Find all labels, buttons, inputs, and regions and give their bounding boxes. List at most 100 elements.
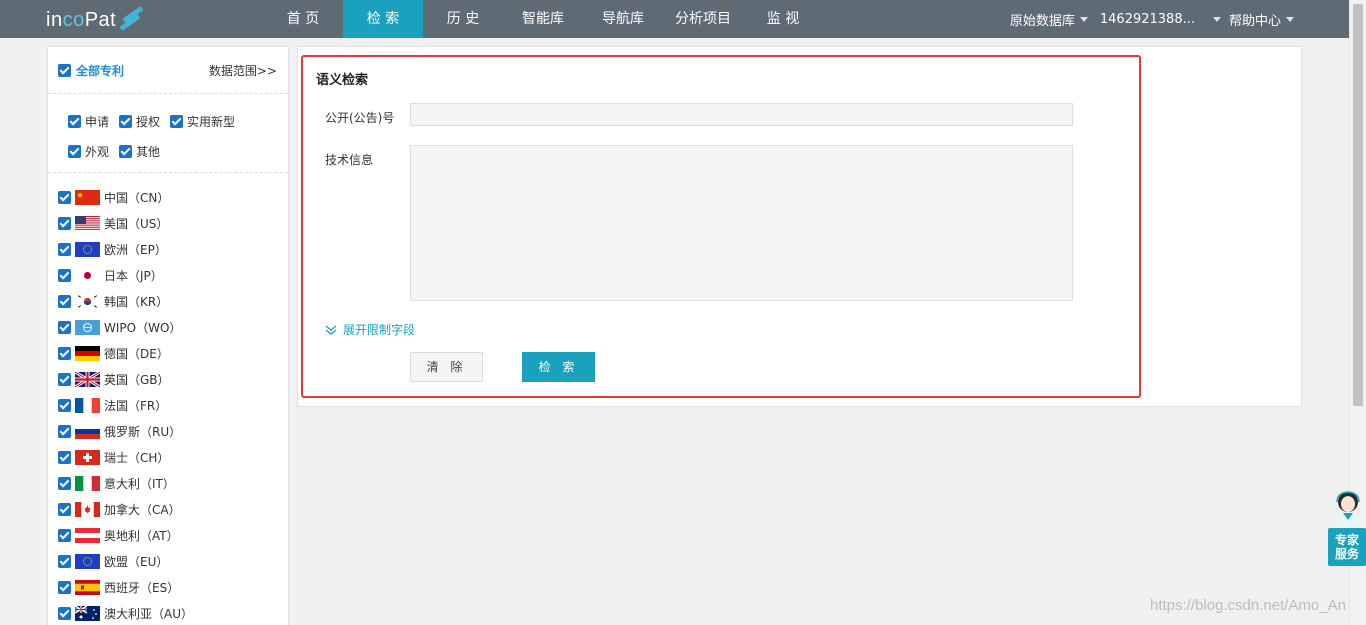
checkbox-checked-icon[interactable] (58, 424, 71, 438)
checkbox-checked-icon[interactable] (58, 528, 71, 542)
clear-button[interactable]: 清 除 (410, 352, 483, 382)
checkbox-checked-icon[interactable] (58, 216, 71, 230)
expert-service-widget[interactable]: 专家 服务 (1328, 488, 1366, 568)
checkbox-checked-icon[interactable] (170, 114, 184, 128)
customer-service-avatar-icon (1335, 491, 1361, 530)
country-label: 欧盟（EU） (104, 554, 169, 569)
double-chevron-down-icon (325, 324, 337, 335)
nav-item[interactable]: 首 页 (263, 0, 343, 38)
pub-number-input[interactable] (410, 103, 1073, 126)
country-item[interactable]: 欧盟（EU） (48, 548, 288, 574)
checkbox-checked-icon[interactable] (119, 144, 133, 158)
country-item[interactable]: WIPO（WO） (48, 314, 288, 340)
country-label: 德国（DE） (104, 346, 169, 361)
watermark-text: https://blog.csdn.net/Amo_An (1150, 597, 1346, 614)
nav-item[interactable]: 导航库 (583, 0, 663, 38)
checkbox-checked-icon[interactable] (58, 268, 71, 282)
incopat-logo[interactable]: in co Pat (46, 6, 144, 34)
checkbox-checked-icon[interactable] (58, 372, 71, 386)
cn-flag-icon (75, 189, 100, 205)
expand-fields-toggle[interactable]: 展开限制字段 (325, 321, 415, 338)
checkbox-checked-icon[interactable] (58, 606, 71, 620)
eu-flag-icon (75, 241, 100, 257)
form-title: 语义检索 (316, 73, 369, 88)
logo-mark-icon (119, 6, 144, 31)
nav-item[interactable]: 检 索 (343, 0, 423, 38)
expand-fields-label: 展开限制字段 (343, 323, 416, 337)
country-item[interactable]: 加拿大（CA） (48, 496, 288, 522)
checkbox-checked-icon[interactable] (58, 554, 71, 568)
checkbox-checked-icon[interactable] (58, 450, 71, 464)
us-flag-icon (75, 215, 100, 231)
country-item[interactable]: 英国（GB） (48, 366, 288, 392)
country-item[interactable]: 中国（CN） (48, 184, 288, 210)
help-center-dropdown[interactable]: 帮助中心 (1212, 10, 1294, 29)
country-item[interactable]: 意大利（IT） (48, 470, 288, 496)
checkbox-checked-icon[interactable] (58, 502, 71, 516)
patent-type-checkbox[interactable]: 申请 (68, 113, 109, 130)
country-item[interactable]: 瑞士（CH） (48, 444, 288, 470)
search-button[interactable]: 检 索 (522, 352, 595, 382)
expert-service-tag[interactable]: 专家 服务 (1328, 528, 1366, 566)
country-item[interactable]: 韩国（KR） (48, 288, 288, 314)
country-list: 中国（CN） 美国（US） 欧洲（EP） 日本（JP） 韩国（KR） WIPO（WO） 德国… (48, 173, 288, 625)
scrollbar-thumb[interactable] (1353, 4, 1363, 406)
country-item[interactable]: 奥地利（AT） (48, 522, 288, 548)
jp-flag-icon (75, 267, 100, 283)
pub-number-label: 公开(公告)号 (325, 111, 395, 125)
country-item[interactable]: 澳大利亚（AU） (48, 600, 288, 625)
patent-type-label: 外观 (85, 144, 110, 159)
checkbox-checked-icon[interactable] (58, 398, 71, 412)
country-item[interactable]: 日本（JP） (48, 262, 288, 288)
user-dropdown[interactable]: 1462921388... (1100, 12, 1195, 27)
checkbox-checked-icon[interactable] (58, 242, 71, 256)
country-item[interactable]: 美国（US） (48, 210, 288, 236)
nav-item[interactable]: 分析项目 (663, 0, 743, 38)
gb-flag-icon (75, 371, 100, 387)
country-item[interactable]: 西班牙（ES） (48, 574, 288, 600)
country-label: 英国（GB） (104, 372, 170, 387)
country-label: 美国（US） (104, 216, 169, 231)
country-label: 欧洲（EP） (104, 242, 167, 257)
nav-item[interactable]: 监 视 (743, 0, 823, 38)
country-item[interactable]: 德国（DE） (48, 340, 288, 366)
database-dropdown[interactable]: 原始数据库 (1010, 10, 1088, 29)
chevron-down-icon (1286, 16, 1294, 22)
tech-info-textarea[interactable] (410, 145, 1073, 301)
es-flag-icon (75, 579, 100, 595)
patent-type-checkbox[interactable]: 实用新型 (170, 113, 235, 130)
help-center-label: 帮助中心 (1228, 13, 1281, 29)
nav-item[interactable]: 历 史 (423, 0, 503, 38)
patent-type-label: 授权 (136, 114, 161, 129)
checkbox-checked-icon[interactable] (68, 144, 81, 158)
country-item[interactable]: 俄罗斯（RU） (48, 418, 288, 444)
country-label: 澳大利亚（AU） (104, 606, 193, 621)
country-label: 意大利（IT） (104, 476, 175, 491)
country-label: 俄罗斯（RU） (104, 424, 182, 439)
all-patents-checkbox[interactable]: 全部专利 (58, 62, 124, 79)
it-flag-icon (75, 475, 100, 491)
patent-type-checkbox[interactable]: 其他 (119, 143, 160, 160)
nav-item[interactable]: 智能库 (503, 0, 583, 38)
country-item[interactable]: 欧洲（EP） (48, 236, 288, 262)
at-flag-icon (75, 527, 100, 543)
checkbox-checked-icon[interactable] (58, 476, 71, 490)
country-label: 法国（FR） (104, 398, 168, 413)
checkbox-checked-icon[interactable] (58, 580, 71, 594)
de-flag-icon (75, 345, 100, 361)
country-label: 瑞士（CH） (104, 450, 170, 465)
patent-type-checkbox[interactable]: 授权 (119, 113, 160, 130)
checkbox-checked-icon[interactable] (58, 320, 71, 334)
checkbox-checked-icon[interactable] (58, 346, 71, 360)
checkbox-checked-icon[interactable] (58, 190, 71, 204)
ca-flag-icon (75, 501, 100, 517)
checkbox-checked-icon[interactable] (58, 63, 71, 77)
checkbox-checked-icon[interactable] (68, 114, 81, 128)
data-range-link[interactable]: 数据范围>> (209, 62, 277, 79)
checkbox-checked-icon[interactable] (58, 294, 71, 308)
patent-type-label: 其他 (136, 144, 161, 159)
checkbox-checked-icon[interactable] (119, 114, 133, 128)
expert-line2: 服务 (1334, 547, 1359, 561)
country-item[interactable]: 法国（FR） (48, 392, 288, 418)
patent-type-checkbox[interactable]: 外观 (68, 143, 109, 160)
